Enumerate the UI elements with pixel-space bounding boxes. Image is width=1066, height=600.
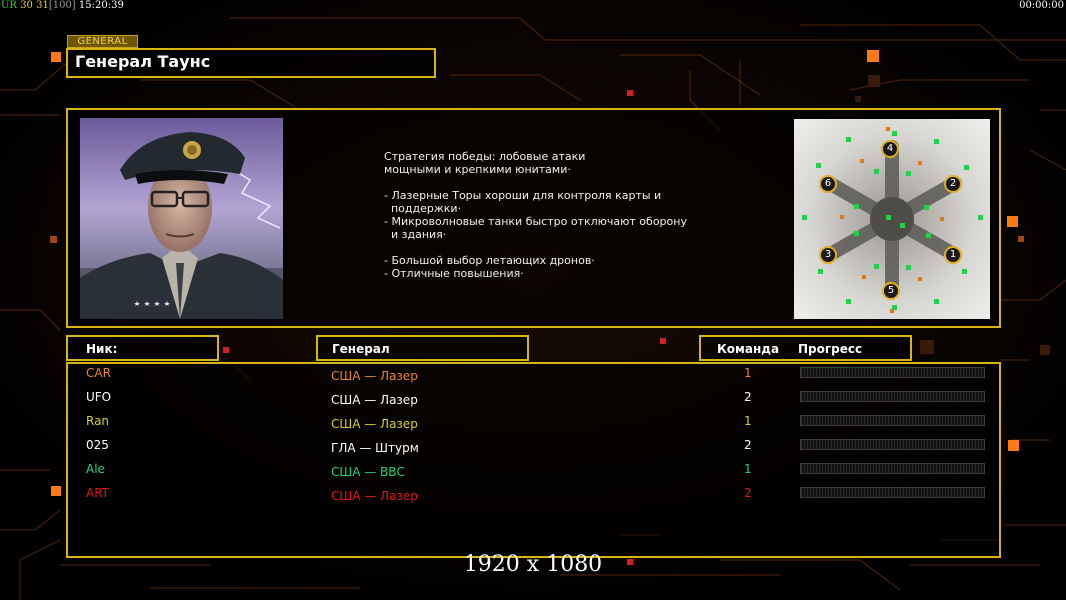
player-team: 2 xyxy=(744,486,752,500)
header-general-label: Генерал xyxy=(332,342,390,356)
map-slot-5: 5 xyxy=(882,282,900,300)
match-timer: 00:00:00 xyxy=(1019,0,1064,11)
player-nick: Ran xyxy=(86,414,110,428)
map-slot-4: 4 xyxy=(881,140,899,158)
player-progress-bar xyxy=(800,439,985,450)
header-progress-label: Прогресс xyxy=(798,342,863,356)
player-general: ГЛА — Штурм xyxy=(331,441,419,455)
map-slot-3: 3 xyxy=(819,246,837,264)
player-progress-bar xyxy=(800,415,985,426)
hud-value-b: 31 xyxy=(36,0,49,11)
clock: 15:20:39 xyxy=(78,0,124,11)
player-team: 1 xyxy=(744,462,752,476)
player-nick: UFO xyxy=(86,390,112,404)
hud-prefix: UR xyxy=(1,0,17,11)
general-name: Генерал Таунс xyxy=(75,52,211,71)
resolution-label: 1920 x 1080 xyxy=(463,552,603,577)
header-general: Генерал xyxy=(316,335,529,361)
player-general: США — Лазер xyxy=(331,369,418,383)
header-team-progress: Команда Прогресс xyxy=(699,335,912,361)
player-general: США — Лазер xyxy=(331,417,418,431)
player-team: 2 xyxy=(744,390,752,404)
player-progress-bar xyxy=(800,391,985,402)
player-progress-bar xyxy=(800,487,985,498)
player-general: США — Лазер xyxy=(331,489,418,503)
map-preview: 4 6 2 3 1 5 xyxy=(794,119,990,319)
player-team: 1 xyxy=(744,366,752,380)
header-nick: Ник: xyxy=(66,335,219,361)
player-nick: CAR xyxy=(86,366,111,380)
player-team: 2 xyxy=(744,438,752,452)
player-progress-bar xyxy=(800,367,985,378)
player-team: 1 xyxy=(744,414,752,428)
hud-value-a: 30 xyxy=(20,0,33,11)
player-general: США — ВВС xyxy=(331,465,405,479)
player-nick: Ale xyxy=(86,462,105,476)
player-progress-bar xyxy=(800,463,985,474)
general-description: Стратегия победы: лобовые атаки мощными … xyxy=(384,150,687,280)
player-nick: 025 xyxy=(86,438,109,452)
header-team-label: Команда xyxy=(717,342,780,356)
general-ribbon: GENERAL xyxy=(67,35,138,48)
map-slot-1: 1 xyxy=(944,246,962,264)
player-nick: ART xyxy=(86,486,110,500)
general-portrait xyxy=(80,118,283,319)
fps-counter: UR 30 31[100] 15:20:39 xyxy=(1,0,124,12)
hud-bracket: [100] xyxy=(48,0,76,11)
map-slot-2: 2 xyxy=(944,175,962,193)
header-nick-label: Ник: xyxy=(86,342,118,356)
map-slot-6: 6 xyxy=(819,175,837,193)
player-general: США — Лазер xyxy=(331,393,418,407)
